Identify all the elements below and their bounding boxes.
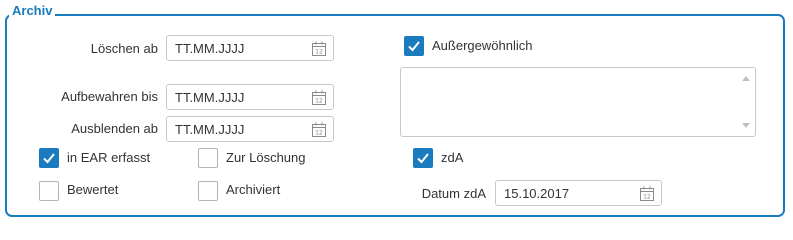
checkmark-icon bbox=[417, 153, 429, 164]
ausserge-checkbox[interactable] bbox=[404, 36, 424, 56]
zur-loeschung-checkbox[interactable] bbox=[198, 148, 218, 168]
calendar-icon[interactable]: 12 bbox=[312, 41, 326, 56]
checkmark-icon bbox=[43, 153, 55, 164]
scroll-up-icon[interactable] bbox=[742, 76, 750, 81]
loeschen-ab-label: Löschen ab bbox=[90, 41, 158, 56]
zur-loeschung-label: Zur Löschung bbox=[226, 150, 306, 165]
svg-text:12: 12 bbox=[315, 130, 323, 137]
archiviert-label: Archiviert bbox=[226, 182, 281, 197]
datum-zda-value: 15.10.2017 bbox=[504, 186, 570, 201]
checkmark-icon bbox=[408, 41, 420, 52]
svg-text:12: 12 bbox=[643, 194, 651, 201]
datum-zda-input[interactable]: 15.10.2017 12 bbox=[495, 180, 662, 206]
aufbewahren-bis-input[interactable]: TT.MM.JJJJ 12 bbox=[166, 84, 334, 110]
bewertet-checkbox[interactable] bbox=[39, 181, 59, 201]
calendar-icon[interactable]: 12 bbox=[640, 186, 654, 201]
loeschen-ab-input[interactable]: TT.MM.JJJJ 12 bbox=[166, 35, 334, 61]
ear-label: in EAR erfasst bbox=[67, 150, 151, 165]
svg-text:12: 12 bbox=[315, 49, 323, 56]
bewertet-label: Bewertet bbox=[67, 182, 119, 197]
ear-checkbox[interactable] bbox=[39, 148, 59, 168]
aufbewahren-bis-value: TT.MM.JJJJ bbox=[175, 90, 245, 105]
ausserge-label: Außergewöhnlich bbox=[432, 38, 533, 53]
scroll-down-icon[interactable] bbox=[742, 123, 750, 128]
zda-checkbox[interactable] bbox=[413, 148, 433, 168]
notes-textarea[interactable] bbox=[400, 67, 756, 137]
ausblenden-ab-input[interactable]: TT.MM.JJJJ 12 bbox=[166, 116, 334, 142]
aufbewahren-bis-label: Aufbewahren bis bbox=[61, 89, 158, 104]
archiviert-checkbox[interactable] bbox=[198, 181, 218, 201]
loeschen-ab-value: TT.MM.JJJJ bbox=[175, 41, 245, 56]
ausblenden-ab-label: Ausblenden ab bbox=[71, 121, 158, 136]
calendar-icon[interactable]: 12 bbox=[312, 122, 326, 137]
calendar-icon[interactable]: 12 bbox=[312, 90, 326, 105]
archiv-legend: Archiv bbox=[9, 3, 56, 18]
svg-text:12: 12 bbox=[315, 98, 323, 105]
zda-label: zdA bbox=[441, 150, 464, 165]
datum-zda-label: Datum zdA bbox=[421, 186, 486, 201]
ausblenden-ab-value: TT.MM.JJJJ bbox=[175, 122, 245, 137]
